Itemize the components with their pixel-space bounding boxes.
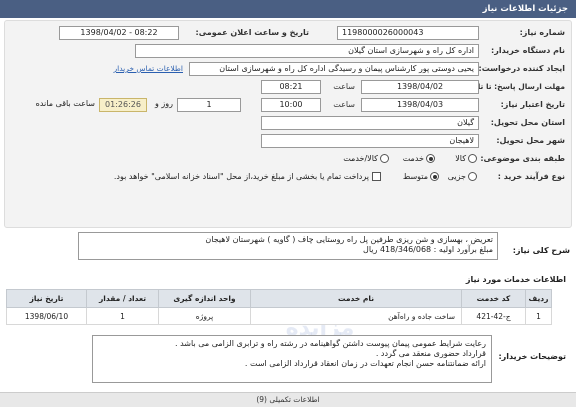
validity-date-label: تاریخ اعتبار نیاز: <box>500 100 565 109</box>
validity-date-field[interactable]: 1398/04/03 <box>361 98 479 112</box>
buyer-notes-line2: قرارداد حضوری منعقد می گردد . <box>375 349 486 358</box>
reply-time-label: ساعت <box>333 82 355 91</box>
province-label: استان محل تحویل: <box>490 118 565 127</box>
radio-icon <box>468 154 477 163</box>
general-desc-label: شرح کلی نیاز: <box>512 246 570 255</box>
general-desc-line2: مبلغ برآورد اولیه : 418/346/068 ریال <box>363 245 493 254</box>
need-number-label: شماره نیاز: <box>519 28 565 37</box>
services-table: ردیف کد خدمت نام خدمت واحد اندازه گیری ت… <box>6 289 552 325</box>
cell-quantity: 1 <box>86 307 159 325</box>
city-label: شهر محل تحویل: <box>496 136 565 145</box>
cell-service-name: ساخت جاده و راه‌آهن <box>250 307 462 325</box>
category-option-service[interactable]: خدمت <box>403 152 435 166</box>
services-section-title: اطلاعات خدمات مورد نیاز <box>465 275 566 284</box>
col-header-quantity: تعداد / مقدار <box>86 289 159 308</box>
province-field[interactable]: گیلان <box>261 116 479 130</box>
reply-date-field[interactable]: 1398/04/02 <box>361 80 479 94</box>
purchase-option-minor[interactable]: جزیی <box>448 170 477 184</box>
need-number-field[interactable]: 1198000026000043 <box>337 26 479 40</box>
col-header-unit: واحد اندازه گیری <box>158 289 251 308</box>
buyer-notes-box: رعایت شرایط عمومی پیمان پیوست داشتن گواه… <box>92 335 492 383</box>
table-row: 1 ج-42-421 ساخت جاده و راه‌آهن پروژه 1 1… <box>6 307 552 325</box>
cell-unit: پروژه <box>158 307 251 325</box>
col-header-service-code: کد خدمت <box>461 289 526 308</box>
buyer-org-field[interactable]: اداره کل راه و شهرسازی استان گیلان <box>135 44 479 58</box>
countdown-timer: 01:26:26 <box>99 98 147 112</box>
request-creator-field[interactable]: یحیی دوستی پور کارشناس پیمان و رسیدگی اد… <box>189 62 479 76</box>
category-option-goods-service[interactable]: کالا/خدمت <box>343 152 389 166</box>
category-option-goods[interactable]: کالا <box>455 152 477 166</box>
col-header-row-number: ردیف <box>525 289 552 308</box>
buyer-org-label: نام دستگاه خریدار: <box>491 46 565 55</box>
remaining-label: ساعت باقی مانده <box>35 99 95 108</box>
cell-service-code: ج-42-421 <box>461 307 526 325</box>
buyer-notes-label: توضیحات خریدار: <box>498 352 566 361</box>
col-header-service-name: نام خدمت <box>250 289 462 308</box>
page-title: جزئیات اطلاعات نیاز <box>0 0 576 18</box>
radio-icon <box>380 154 389 163</box>
radio-icon <box>468 172 477 181</box>
general-desc-box: تعریض ، بهسازی و شن ریزی طرفین پل راه رو… <box>78 232 498 260</box>
purchase-type-label: نوع فرآیند خرید : <box>497 172 565 181</box>
announce-datetime-field[interactable]: 1398/04/02 - 08:22 <box>59 26 179 40</box>
days-remaining-field: 1 <box>177 98 241 112</box>
validity-time-label: ساعت <box>333 100 355 109</box>
city-field[interactable]: لاهیجان <box>261 134 479 148</box>
treasury-payment-checkbox[interactable]: پرداخت تمام یا بخشی از مبلغ خرید،از محل … <box>114 170 381 184</box>
radio-selected-icon <box>426 154 435 163</box>
general-desc-line1: تعریض ، بهسازی و شن ریزی طرفین پل راه رو… <box>205 235 493 244</box>
announce-datetime-label: تاریخ و ساعت اعلان عمومی: <box>195 28 310 37</box>
radio-selected-icon <box>430 172 439 181</box>
buyer-contact-link[interactable]: اطلاعات تماس خریدار <box>114 62 184 76</box>
table-header-row: ردیف کد خدمت نام خدمت واحد اندازه گیری ت… <box>6 289 552 308</box>
col-header-need-date: تاریخ نیاز <box>6 289 87 308</box>
need-details-panel: شماره نیاز: 1198000026000043 تاریخ و ساع… <box>4 20 572 228</box>
days-label: روز و <box>155 99 173 108</box>
reply-time-field[interactable]: 08:21 <box>261 80 321 94</box>
category-label: طبقه بندی موضوعی: <box>480 154 565 163</box>
validity-time-field[interactable]: 10:00 <box>261 98 321 112</box>
cell-row-number: 1 <box>525 307 552 325</box>
buyer-notes-line3: ارائه ضمانتنامه حسن انجام تعهدات در زمان… <box>244 359 486 368</box>
purchase-option-medium[interactable]: متوسط <box>403 170 439 184</box>
supplementary-info-button[interactable]: اطلاعات تکمیلی (9) <box>0 392 576 407</box>
buyer-notes-line1: رعایت شرایط عمومی پیمان پیوست داشتن گواه… <box>175 339 486 348</box>
checkbox-icon <box>372 172 381 181</box>
cell-need-date: 1398/06/10 <box>6 307 87 325</box>
request-creator-label: ایجاد کننده درخواست: <box>478 64 566 73</box>
